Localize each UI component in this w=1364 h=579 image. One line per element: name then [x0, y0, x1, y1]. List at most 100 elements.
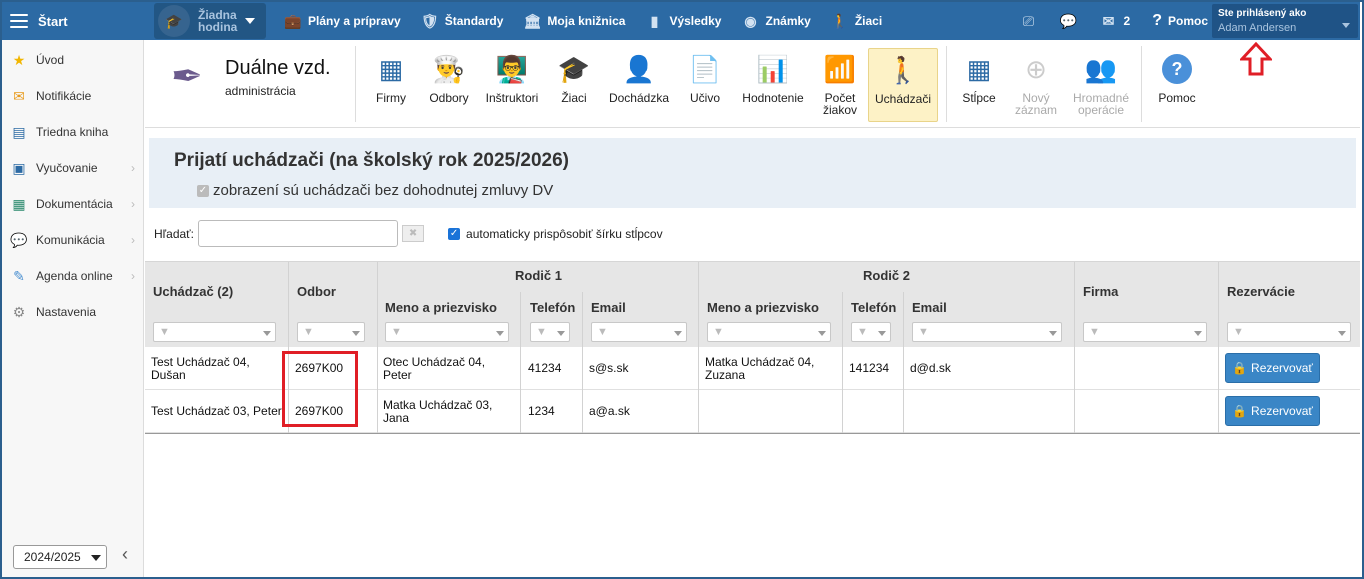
module-toolbar: ✒ Duálne vzd. administrácia ▦ Firmy 👨‍🍳 Od… — [145, 40, 1360, 128]
lesson-label-2: hodina — [198, 20, 238, 34]
sidebar-item-notifikacie[interactable]: ✉ Notifikácie — [2, 78, 143, 114]
chevron-down-icon — [496, 331, 504, 336]
module-brand: ✒ Duálne vzd. administrácia — [171, 54, 331, 100]
chevron-down-icon — [91, 555, 101, 561]
filter-rodic1-email[interactable]: ▼ — [591, 322, 687, 342]
toolbar-uchadzaci[interactable]: 🚶 Uchádzači — [868, 48, 938, 122]
header-firma[interactable]: Firma — [1083, 284, 1118, 299]
chevron-right-icon: › — [131, 197, 135, 211]
auto-width-option[interactable]: ✓ automaticky prispôsobiť šírku stĺpcov — [448, 227, 663, 241]
chevron-down-icon — [1342, 23, 1350, 28]
clear-search-button[interactable]: ✖ — [402, 225, 425, 242]
filter-checkbox-label: zobrazení sú uchádzači bez dohodnutej zm… — [213, 182, 554, 199]
filter-odbor[interactable]: ▼ — [297, 322, 365, 342]
toolbar-instruktori[interactable]: 👨‍🏫 Inštruktori — [483, 48, 541, 122]
start-label: Štart — [38, 13, 68, 29]
nav-kniznica[interactable]: 🏛 Moja knižnica — [523, 13, 626, 29]
filter-rodic2-meno[interactable]: ▼ — [707, 322, 831, 342]
sidebar-item-komunikacia[interactable]: 💬 Komunikácia › — [2, 222, 143, 258]
header-rodic1-email[interactable]: Email — [591, 300, 626, 315]
lock-icon: 🔒 — [1232, 404, 1248, 418]
group-icon: 👥 — [1084, 54, 1118, 84]
toolbar-hromadne-operacie[interactable]: 👥 Hromadné operácie — [1069, 48, 1133, 122]
chevron-down-icon — [1194, 331, 1202, 336]
book-icon: ▤ — [12, 123, 26, 140]
top-bar: Štart 🎓 Žiadna hodina 💼 Plány a prípravy … — [2, 2, 1360, 40]
search-label: Hľadať: — [154, 226, 195, 241]
pencil-icon: ✎ — [13, 267, 25, 284]
filter-rodic1-meno[interactable]: ▼ — [385, 322, 509, 342]
students-icon: 🚶 — [831, 12, 849, 29]
sidebar-item-nastavenia[interactable]: ⚙ Nastavenia — [2, 294, 143, 330]
header-rezervacie[interactable]: Rezervácie — [1227, 284, 1295, 299]
star-icon: ★ — [12, 51, 26, 68]
red-arrow-up-icon — [1240, 42, 1272, 76]
toolbar-pomoc[interactable]: ? Pomoc — [1153, 48, 1201, 122]
collapse-sidebar-icon[interactable]: ‹ — [122, 544, 128, 565]
start-menu-button[interactable]: Štart — [2, 2, 144, 40]
header-rodic1-telefon[interactable]: Telefón — [530, 300, 575, 315]
header-rodic2-email[interactable]: Email — [912, 300, 947, 315]
filter-icon: ▼ — [159, 326, 170, 338]
search-row: Hľadať: ✖ ✓ automaticky prispôsobiť šírk… — [154, 220, 663, 247]
reserve-button[interactable]: 🔒 Rezervovať — [1225, 353, 1320, 383]
sidebar-item-vyucovanie[interactable]: ▣ Vyučovanie › — [2, 150, 143, 186]
header-rodic1-meno[interactable]: Meno a priezvisko — [385, 300, 497, 315]
toolbar-firmy[interactable]: ▦ Firmy — [370, 48, 412, 122]
toolbar-ziaci[interactable]: 🎓 Žiaci — [549, 48, 599, 122]
sidebar-item-uvod[interactable]: ★ Úvod — [2, 42, 143, 78]
disabled-checkbox: ✓ — [197, 184, 209, 197]
lock-icon: 🔒 — [1232, 361, 1248, 375]
search-input[interactable] — [198, 220, 399, 247]
toolbar-dochadzka[interactable]: 👤 Dochádzka — [607, 48, 671, 122]
sidebar-item-agenda[interactable]: ✎ Agenda online › — [2, 258, 143, 294]
reserve-button[interactable]: 🔒 Rezervovať — [1225, 396, 1320, 426]
help-button[interactable]: ? Pomoc — [1152, 12, 1208, 30]
walking-people-icon: 🚶 — [886, 55, 920, 85]
lesson-selector[interactable]: 🎓 Žiadna hodina — [154, 3, 266, 39]
filter-rezervacie[interactable]: ▼ — [1227, 322, 1351, 342]
nav-plany[interactable]: 💼 Plány a prípravy — [284, 13, 400, 29]
filter-firma[interactable]: ▼ — [1083, 322, 1207, 342]
nav-ziaci[interactable]: 🚶 Žiaci — [831, 13, 882, 29]
header-rodic2: Rodič 2 — [863, 268, 910, 283]
filter-uchadzac[interactable]: ▼ — [153, 322, 276, 342]
filter-icon: ▼ — [918, 326, 929, 338]
auto-width-checkbox[interactable]: ✓ — [448, 227, 461, 240]
cell-rodic1-meno: Otec Uchádzač 04, Peter — [383, 354, 486, 382]
nav-vysledky[interactable]: ▮ Výsledky — [645, 13, 722, 29]
cast-icon[interactable]: ⎚ — [1020, 13, 1038, 29]
header-rodic2-telefon[interactable]: Telefón — [851, 300, 896, 315]
toolbar-novy-zaznam[interactable]: ⊕ Nový záznam — [1011, 48, 1061, 122]
toolbar-hodnotenie[interactable]: 📊 Hodnotenie — [739, 48, 807, 122]
filter-icon: ▼ — [713, 326, 724, 338]
header-uchadzac[interactable]: Uchádzač (2) — [153, 284, 233, 299]
sidebar-item-dokumentacia[interactable]: ▦ Dokumentácia › — [2, 186, 143, 222]
sidebar-item-triedna-kniha[interactable]: ▤ Triedna kniha — [2, 114, 143, 150]
toolbar-ucivo[interactable]: 📄 Učivo — [683, 48, 727, 122]
envelope-icon: ✉ — [13, 87, 25, 104]
school-year-select[interactable]: 2024/2025 — [13, 545, 107, 569]
chat-icon: 💬 — [10, 231, 28, 248]
module-subtitle: administrácia — [225, 83, 296, 98]
filter-rodic2-telefon[interactable]: ▼ — [851, 322, 891, 342]
messages-button[interactable]: ✉ 2 — [1100, 13, 1131, 29]
messages-count: 2 — [1123, 14, 1131, 28]
nav-standardy[interactable]: 🛡 Štandardy — [421, 13, 504, 29]
header-rodic2-meno[interactable]: Meno a priezvisko — [707, 300, 819, 315]
filter-icon: ▼ — [536, 326, 547, 338]
page-title: Prijatí uchádzači (na školský rok 2025/2… — [174, 150, 569, 171]
chevron-down-icon — [878, 331, 886, 336]
classroom-icon: ▣ — [12, 159, 26, 176]
toolbar-pocet-ziakov[interactable]: 📶 Počet žiakov — [815, 48, 865, 122]
filter-rodic1-telefon[interactable]: ▼ — [530, 322, 570, 342]
filter-rodic2-email[interactable]: ▼ — [912, 322, 1062, 342]
toolbar-stlpce[interactable]: ▦ Stĺpce — [955, 48, 1003, 122]
chat-icon[interactable]: 💬 — [1060, 13, 1078, 29]
toolbar-odbory[interactable]: 👨‍🍳 Odbory — [425, 48, 473, 122]
toolbar-divider — [1141, 46, 1142, 122]
nav-znamky[interactable]: ◉ Známky — [741, 13, 810, 29]
user-menu[interactable]: Ste prihlásený ako Adam Andersen — [1212, 4, 1358, 38]
header-odbor[interactable]: Odbor — [297, 284, 336, 299]
cell-rodic1-meno: Matka Uchádzač 03, Jana — [383, 397, 493, 425]
